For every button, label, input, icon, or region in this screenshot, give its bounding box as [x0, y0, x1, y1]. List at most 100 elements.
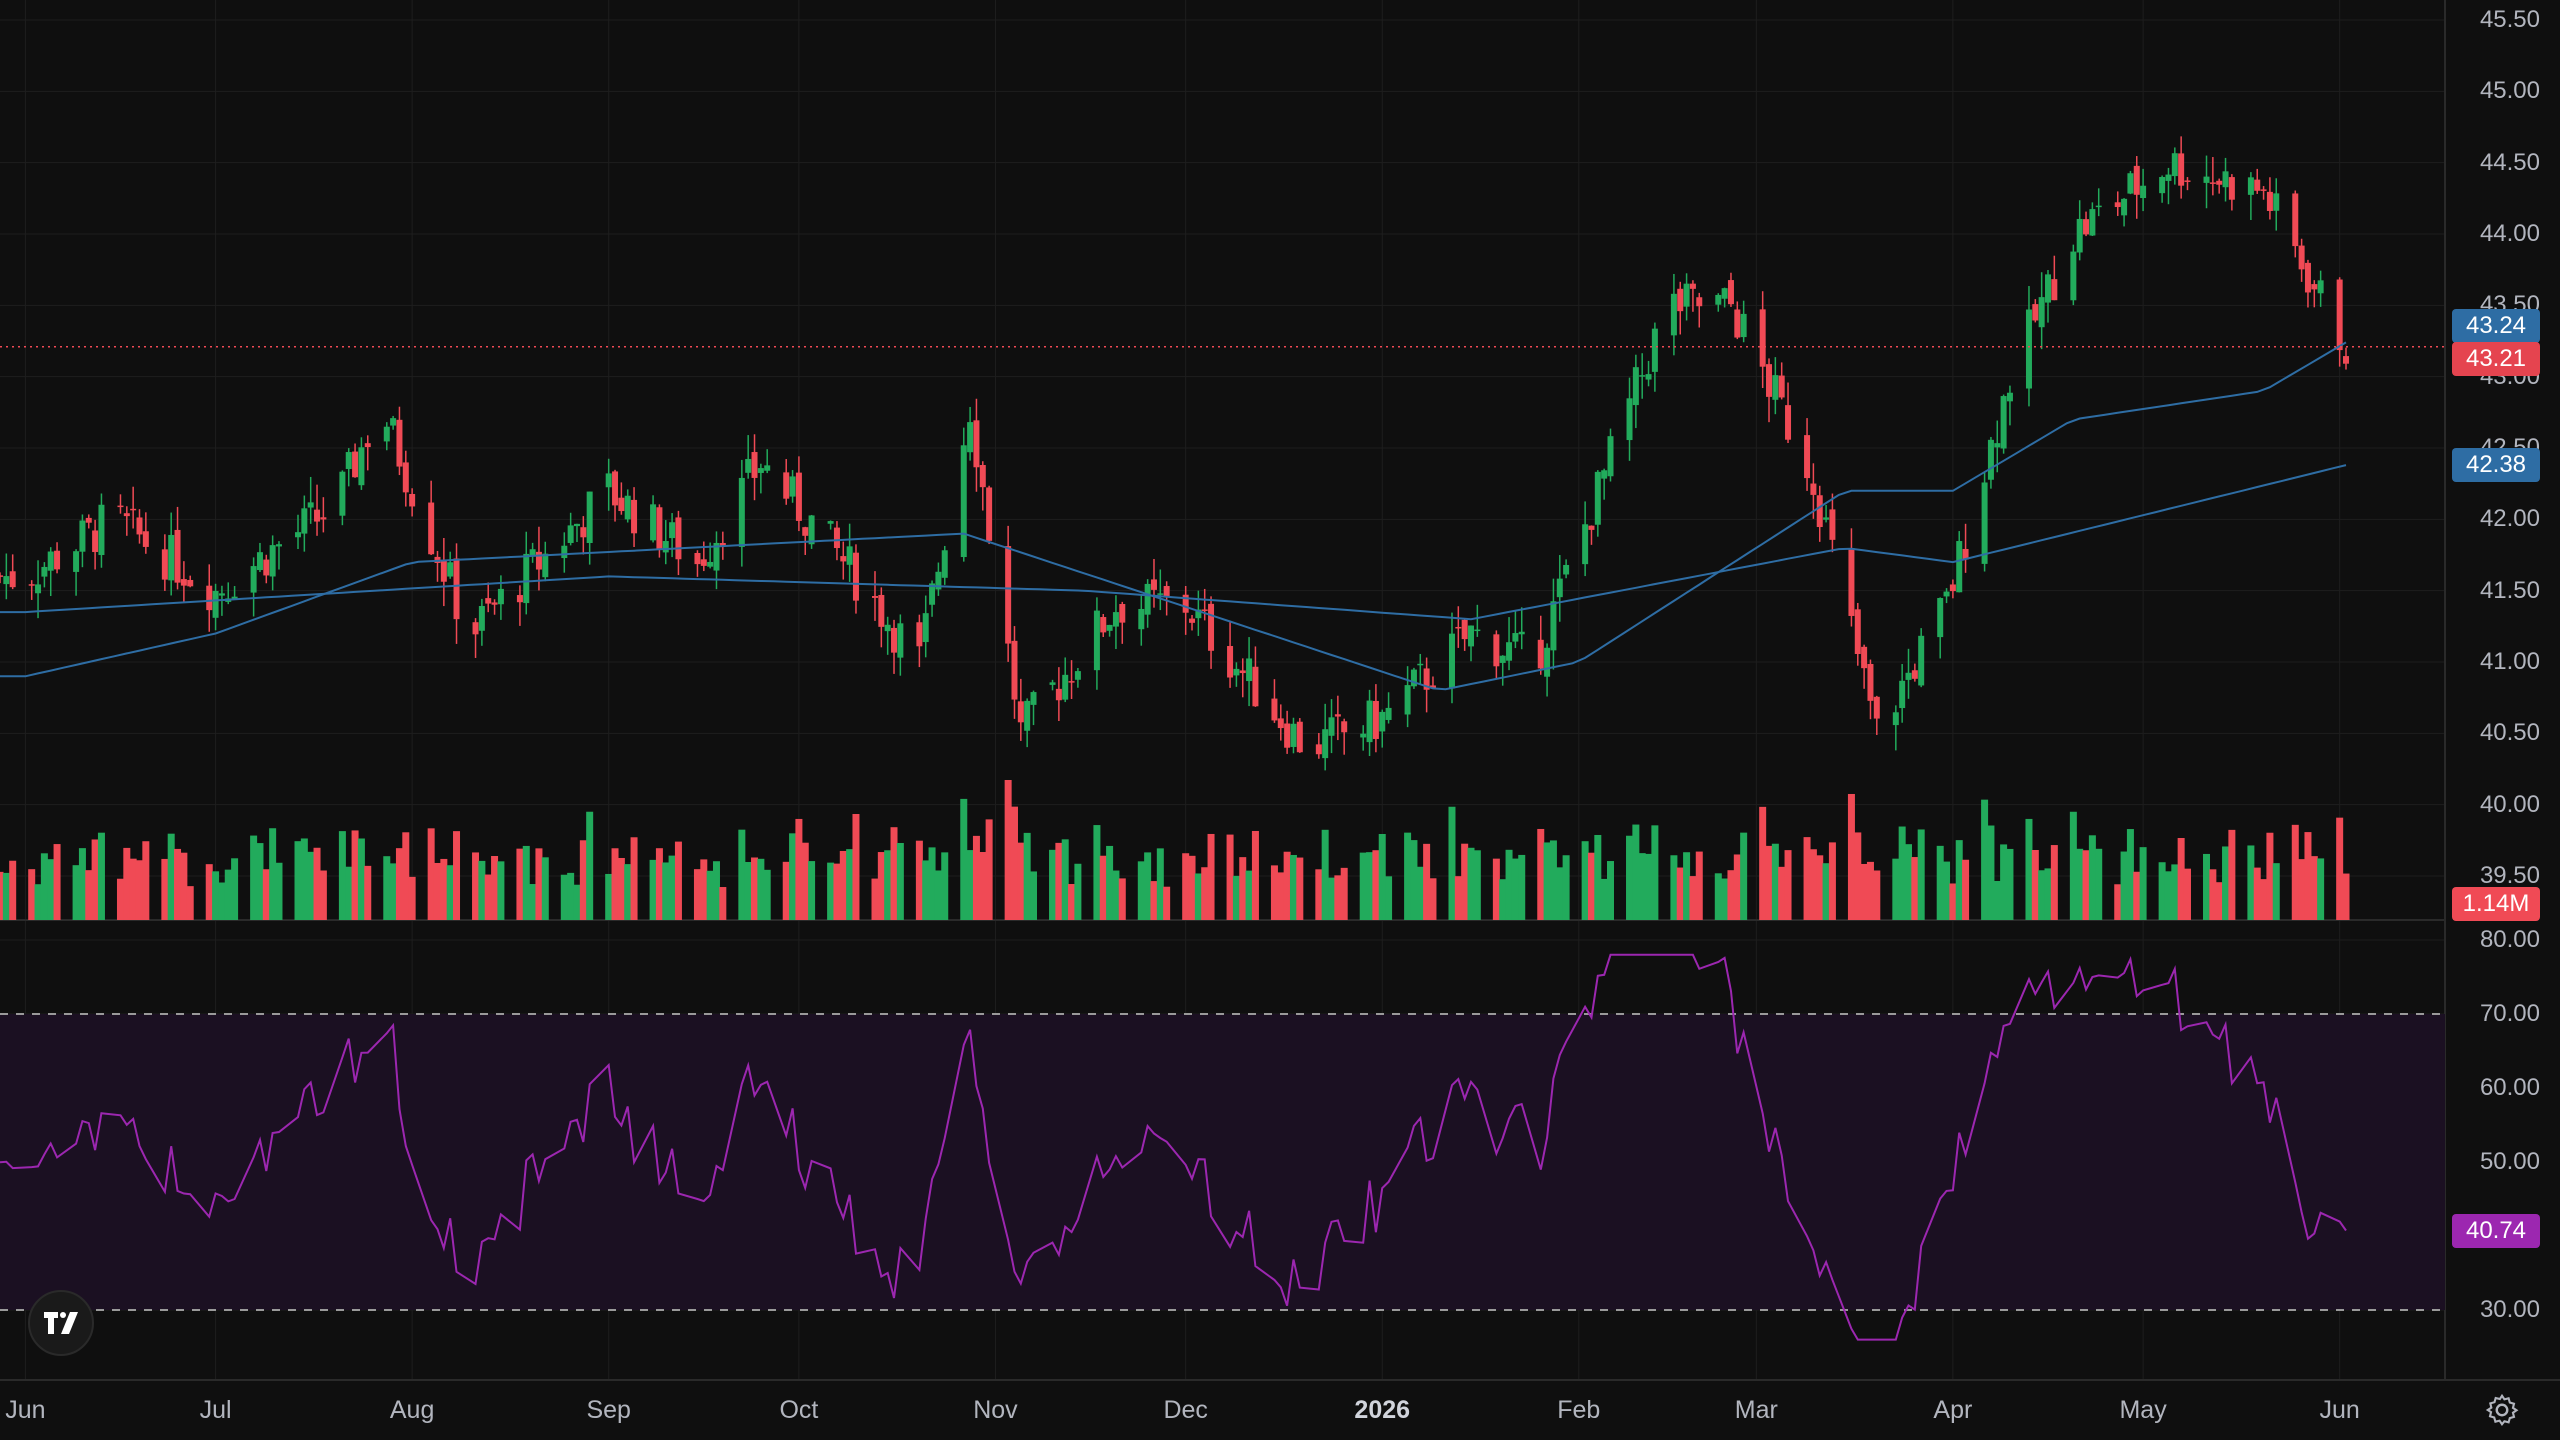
- candle-body: [1189, 618, 1196, 623]
- candle-body: [1024, 700, 1031, 731]
- volume-bar: [662, 862, 670, 920]
- volume-bar: [763, 869, 771, 920]
- price-tick-label: 40.00: [2479, 790, 2540, 818]
- volume-bar: [1068, 884, 1076, 920]
- volume-bar: [1689, 876, 1697, 920]
- volume-bar: [1587, 852, 1595, 920]
- price-tick-label: 44.00: [2479, 220, 2540, 247]
- volume-bar: [1004, 780, 1012, 920]
- candle-body: [1651, 328, 1658, 372]
- volume-bar: [1505, 849, 1513, 920]
- volume-bar: [2209, 869, 2217, 920]
- volume-bar: [1905, 844, 1913, 920]
- price-badge: 43.21: [2452, 341, 2540, 376]
- volume-bar: [1651, 825, 1659, 920]
- volume-bar: [1049, 849, 1057, 920]
- volume-bar: [1816, 855, 1824, 920]
- candle-body: [1949, 584, 1956, 592]
- candle-body: [2083, 219, 2090, 235]
- rsi-band: [0, 1014, 2445, 1310]
- candle-body: [478, 606, 485, 631]
- volume-bar: [91, 839, 99, 920]
- volume-bar: [1093, 825, 1101, 920]
- candle-body: [320, 517, 327, 520]
- candle-body: [73, 551, 80, 572]
- candle-body: [250, 566, 257, 593]
- candle-body: [339, 471, 346, 516]
- candle-body: [301, 508, 308, 534]
- volume-bar: [1372, 850, 1380, 920]
- volume-bar: [1638, 853, 1646, 920]
- candle-body: [700, 559, 707, 566]
- candle-body: [136, 517, 143, 535]
- price-tick-label: 41.00: [2479, 648, 2540, 675]
- volume-bar: [1099, 855, 1107, 920]
- candle-body: [1506, 642, 1513, 661]
- candle-body: [1632, 367, 1639, 406]
- volume-bar: [1144, 852, 1152, 920]
- volume-bar: [1759, 806, 1767, 920]
- volume-bar: [174, 848, 182, 920]
- volume-bar: [1283, 851, 1291, 920]
- volume-bar: [408, 876, 416, 920]
- candle-body: [130, 508, 137, 511]
- candle-body: [1582, 524, 1589, 565]
- volume-bar: [1733, 854, 1741, 920]
- volume-bar: [186, 886, 194, 920]
- volume-bar: [2076, 848, 2084, 920]
- candle-body: [453, 558, 460, 620]
- volume-bar: [129, 858, 137, 920]
- volume-bar: [357, 838, 365, 920]
- volume-bar: [497, 861, 505, 920]
- candle-body: [2095, 205, 2102, 208]
- volume-bar: [1023, 832, 1031, 920]
- volume-bar: [1245, 870, 1253, 920]
- ma-slow-line: [0, 464, 2347, 621]
- candle-body: [1848, 548, 1855, 616]
- candle-body: [833, 527, 840, 549]
- time-tick-label: Oct: [779, 1396, 819, 1424]
- volume-bar: [535, 848, 543, 920]
- gear-icon[interactable]: [2484, 1392, 2520, 1428]
- volume-bar: [1448, 806, 1456, 920]
- candle-body: [1246, 658, 1253, 682]
- candle-body: [314, 509, 321, 522]
- volume-bar: [53, 844, 61, 920]
- candle-body: [2228, 177, 2235, 200]
- volume-bar: [1866, 861, 1874, 920]
- candle-body: [783, 472, 790, 499]
- volume-bar: [1182, 853, 1190, 920]
- candle-body: [1404, 685, 1411, 715]
- candle-body: [1518, 631, 1525, 635]
- volume-bar: [2038, 870, 2046, 920]
- candle-body: [92, 530, 99, 553]
- volume-bar: [1771, 843, 1779, 920]
- tradingview-logo-icon[interactable]: [28, 1290, 94, 1356]
- candle-body: [1854, 609, 1861, 655]
- volume-bar: [2126, 829, 2134, 920]
- chart-canvas[interactable]: [0, 0, 2560, 1440]
- candle-body: [1937, 598, 1944, 638]
- candle-body: [573, 523, 580, 527]
- volume-bar: [351, 830, 359, 920]
- candle-body: [1645, 374, 1652, 380]
- volume-bar: [383, 856, 391, 920]
- volume-bar: [1201, 867, 1209, 920]
- candle-body: [2222, 171, 2229, 188]
- candle-body: [485, 598, 492, 604]
- volume-bar: [1188, 855, 1196, 920]
- candle-body: [1740, 313, 1747, 338]
- volume-bar: [2025, 818, 2033, 920]
- candle-body: [979, 464, 986, 488]
- volume-bar: [275, 862, 283, 920]
- volume-bar: [1315, 869, 1323, 920]
- candle-body: [2171, 153, 2178, 177]
- volume-bar: [440, 858, 448, 920]
- candle-body: [751, 452, 758, 478]
- candle-body: [275, 544, 282, 547]
- volume-bar: [605, 873, 613, 920]
- candle-body: [973, 420, 980, 468]
- candle-body: [472, 622, 479, 635]
- volume-bar: [472, 852, 480, 920]
- volume-bar: [2164, 871, 2172, 920]
